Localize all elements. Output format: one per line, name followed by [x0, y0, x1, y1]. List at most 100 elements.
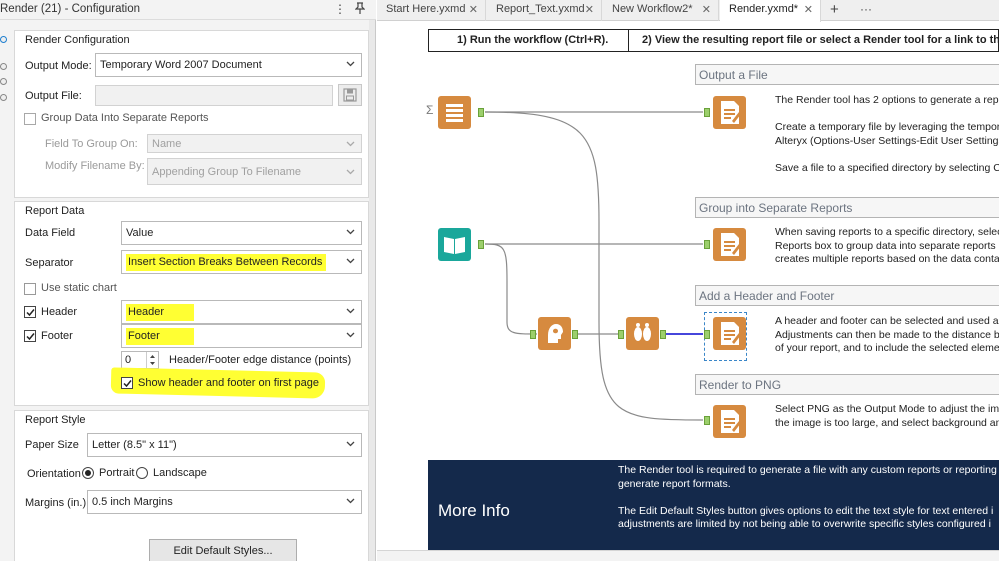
paper-size-dropdown[interactable]: Letter (8.5" x 11")	[87, 433, 362, 457]
stepper-arrows-icon[interactable]	[146, 352, 158, 368]
modify-filename-dropdown[interactable]: Appending Group To Filename	[147, 158, 362, 185]
edit-default-styles-button[interactable]: Edit Default Styles...	[149, 539, 297, 561]
landscape-radio[interactable]	[136, 467, 148, 479]
sigma-icon: Σ	[426, 103, 434, 117]
portrait-radio[interactable]	[82, 467, 94, 479]
data-field-dropdown[interactable]: Value	[121, 221, 362, 245]
render-tool-png[interactable]	[713, 405, 746, 438]
orientation-label: Orientation	[27, 468, 81, 480]
tab-render[interactable]: Render.yxmd* ✕	[720, 0, 821, 22]
configuration-panel: Render (21) - Configuration ⋮ Render Con…	[0, 0, 376, 561]
appearance-nav-icon[interactable]	[0, 78, 7, 85]
output-anchor[interactable]	[572, 330, 578, 339]
text-lines-icon	[446, 104, 463, 122]
field-to-group-dropdown[interactable]: Name	[147, 134, 362, 153]
more-tabs-icon[interactable]: ···	[860, 2, 872, 16]
footer-label: Footer	[41, 330, 73, 342]
input-anchor[interactable]	[530, 330, 536, 339]
header-dropdown[interactable]: Header	[121, 300, 362, 324]
edge-distance-label: Header/Footer edge distance (points)	[169, 354, 352, 366]
report-data-title: Report Data	[25, 205, 85, 217]
tab-new-workflow2[interactable]: New Workflow2* ✕	[603, 0, 719, 21]
close-icon[interactable]: ✕	[585, 3, 594, 16]
render-tool-output-file[interactable]	[713, 96, 746, 129]
header-tool[interactable]	[538, 317, 571, 350]
use-static-chart-label: Use static chart	[41, 282, 117, 294]
landscape-label: Landscape	[153, 467, 207, 479]
side-navigation-strip	[0, 20, 12, 561]
report-style-title: Report Style	[25, 414, 86, 426]
pin-icon[interactable]	[354, 2, 366, 17]
chevron-down-icon	[345, 58, 356, 69]
checkmark-icon	[26, 333, 35, 341]
paper-size-label: Paper Size	[25, 439, 79, 451]
open-book-icon	[444, 237, 465, 254]
annotation-nav-icon[interactable]	[0, 63, 7, 70]
input-anchor[interactable]	[704, 108, 710, 117]
workflow-tab-bar: Start Here.yxmd ✕ Report_Text.yxmd ✕ New W…	[377, 0, 999, 22]
output-anchor[interactable]	[660, 330, 666, 339]
config-nav-icon[interactable]	[0, 36, 7, 43]
render-document-icon	[721, 233, 741, 256]
results-panel-edge	[377, 550, 999, 561]
separator-dropdown[interactable]: Insert Section Breaks Between Records	[121, 250, 362, 274]
add-tab-icon[interactable]: +	[830, 1, 839, 18]
use-static-chart-checkbox[interactable]	[24, 283, 36, 295]
more-info-text: The Render tool is required to generate …	[618, 464, 997, 530]
footer-tool[interactable]	[626, 317, 659, 350]
text-input-tool[interactable]	[438, 96, 471, 129]
show-first-page-checkbox[interactable]	[121, 377, 133, 389]
output-anchor[interactable]	[478, 108, 484, 117]
output-anchor[interactable]	[478, 240, 484, 249]
help-nav-icon[interactable]	[0, 94, 7, 101]
section-group-reports: Group into Separate Reports	[695, 197, 999, 218]
output-file-input[interactable]	[95, 85, 333, 106]
workflow-canvas[interactable]: 1) Run the workflow (Ctrl+R). 2) View th…	[377, 22, 999, 561]
close-icon[interactable]: ✕	[804, 3, 813, 16]
footer-checkbox[interactable]	[24, 330, 36, 342]
close-icon[interactable]: ✕	[702, 3, 711, 16]
input-anchor[interactable]	[704, 330, 710, 339]
render-document-icon	[721, 410, 741, 433]
chevron-down-icon	[345, 305, 356, 316]
section-output-a-file-text: The Render tool has 2 options to generat…	[775, 94, 999, 174]
section-output-a-file: Output a File	[695, 64, 999, 85]
margins-label: Margins (in.)	[25, 497, 87, 509]
render-tool-group[interactable]	[713, 228, 746, 261]
browse-tool[interactable]	[438, 228, 471, 261]
config-title: Render (21) - Configuration	[0, 3, 141, 15]
header-head-icon	[548, 324, 563, 343]
output-mode-label: Output Mode:	[25, 60, 92, 72]
field-to-group-label: Field To Group On:	[45, 138, 138, 150]
input-anchor[interactable]	[704, 416, 710, 425]
close-icon[interactable]: ✕	[469, 3, 478, 16]
section-header-footer: Add a Header and Footer	[695, 285, 999, 306]
section-render-png: Render to PNG	[695, 374, 999, 395]
input-anchor[interactable]	[704, 240, 710, 249]
report-data-group: Report Data Data Field Value Separator I…	[14, 201, 369, 406]
checkmark-icon	[123, 380, 132, 388]
output-mode-dropdown[interactable]: Temporary Word 2007 Document	[95, 53, 362, 77]
chevron-down-icon	[345, 138, 356, 149]
footer-dropdown[interactable]: Footer	[121, 324, 362, 348]
show-first-page-label: Show header and footer on first page	[138, 377, 320, 389]
section-group-reports-text: When saving reports to a specific direct…	[775, 226, 999, 265]
save-file-button[interactable]	[338, 84, 362, 106]
group-data-label: Group Data Into Separate Reports	[41, 112, 209, 124]
edge-distance-stepper[interactable]: 0	[121, 351, 159, 369]
config-scrollbar[interactable]	[369, 20, 375, 561]
tab-start-here[interactable]: Start Here.yxmd ✕	[377, 0, 486, 21]
margins-dropdown[interactable]: 0.5 inch Margins	[87, 490, 362, 514]
more-info-panel: More Info The Render tool is required to…	[428, 460, 999, 553]
footprints-icon	[634, 323, 651, 341]
render-tool-header-footer[interactable]	[713, 317, 746, 350]
group-data-checkbox[interactable]	[24, 113, 36, 125]
more-info-title: More Info	[438, 501, 510, 520]
render-document-icon	[721, 322, 741, 345]
tab-report-text[interactable]: Report_Text.yxmd ✕	[487, 0, 602, 21]
more-options-icon[interactable]: ⋮	[334, 2, 346, 16]
header-checkbox[interactable]	[24, 306, 36, 318]
render-configuration-title: Render Configuration	[25, 34, 130, 46]
render-document-icon	[721, 101, 741, 124]
input-anchor[interactable]	[618, 330, 624, 339]
